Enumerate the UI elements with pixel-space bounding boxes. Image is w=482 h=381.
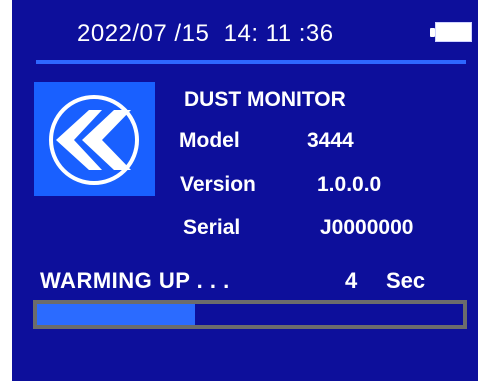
date-text: 2022/07 /15 <box>77 20 210 47</box>
warmup-count: 4 <box>345 268 358 293</box>
device-name: DUST MONITOR <box>184 88 346 111</box>
header-divider <box>36 60 466 64</box>
serial-label: Serial <box>183 216 241 239</box>
battery-body <box>435 22 472 42</box>
warmup-progress-bar <box>33 300 467 329</box>
battery-icon <box>430 22 474 42</box>
logo <box>34 82 155 196</box>
datetime: 2022/07 /15 14: 11 :36 <box>77 20 334 48</box>
version-label: Version <box>180 173 256 196</box>
double-chevron-left-icon <box>49 95 139 185</box>
model-value: 3444 <box>307 129 354 152</box>
warmup-unit: Sec <box>386 268 426 293</box>
warmup-progress-fill <box>37 304 195 325</box>
time-text: 14: 11 :36 <box>223 20 334 47</box>
model-label: Model <box>179 129 240 152</box>
serial-value: J0000000 <box>320 216 414 239</box>
version-value: 1.0.0.0 <box>317 173 382 196</box>
warmup-label: WARMING UP . . . <box>40 268 230 293</box>
device-screen: 2022/07 /15 14: 11 :36 DUST MONITOR Mode… <box>12 0 478 381</box>
status-bar: 2022/07 /15 14: 11 :36 <box>12 0 478 64</box>
